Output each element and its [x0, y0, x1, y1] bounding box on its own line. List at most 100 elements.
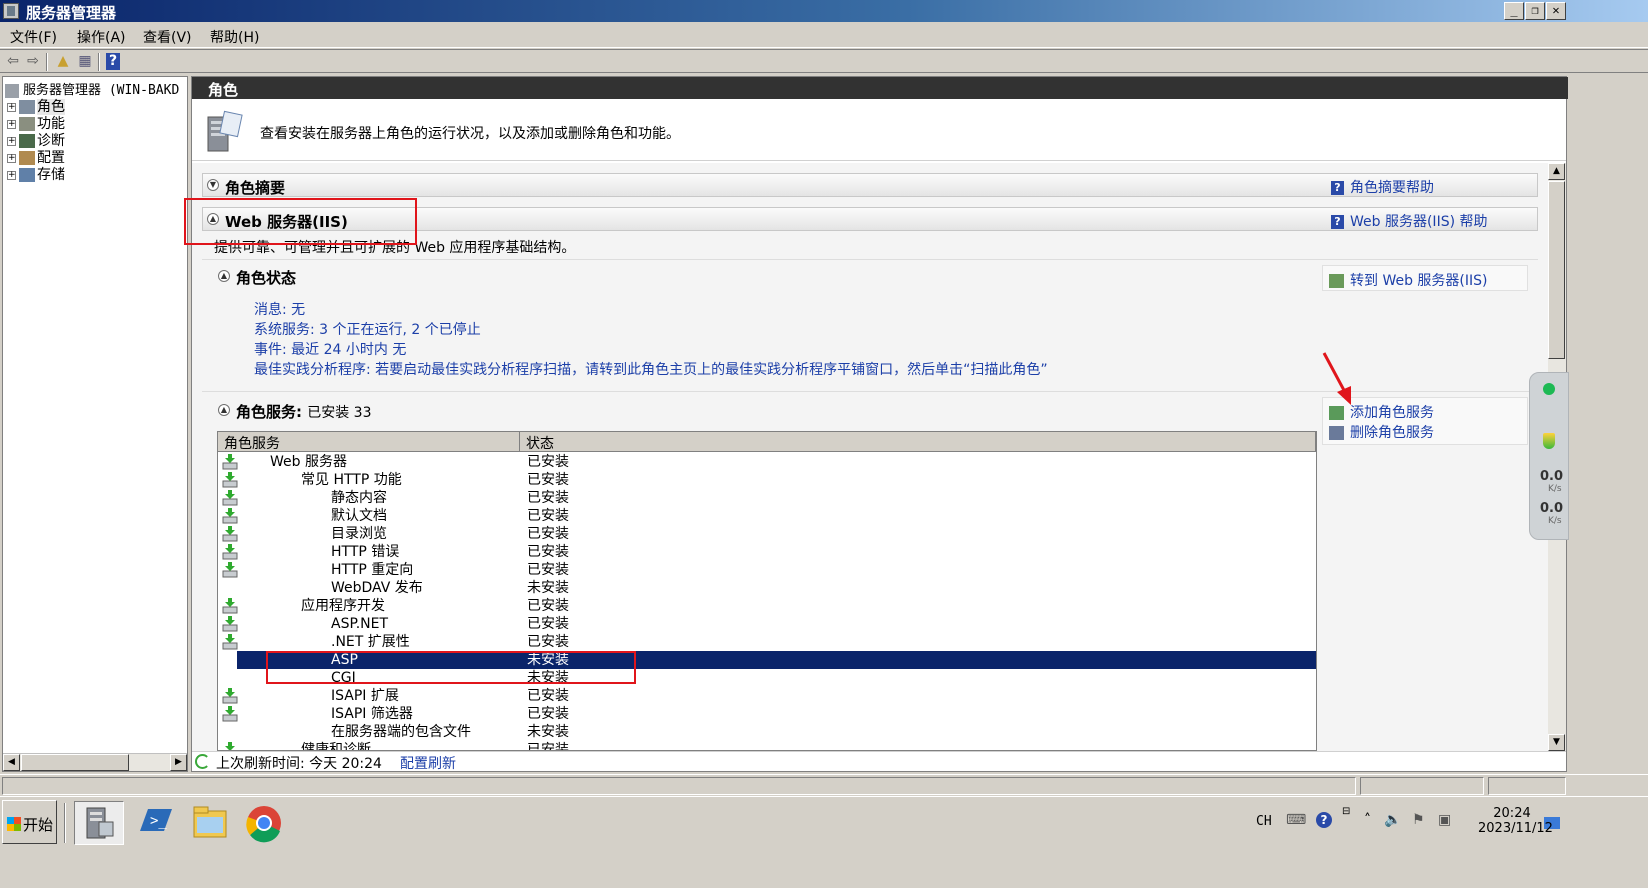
table-row[interactable]: .NET 扩展性 已安装 — [218, 633, 1316, 651]
clock[interactable]: 20:24 2023/11/12 — [1478, 806, 1553, 836]
installed-icon — [222, 634, 238, 650]
table-row[interactable]: HTTP 重定向 已安装 — [218, 561, 1316, 579]
expand-icon[interactable]: + — [7, 170, 16, 180]
expand-icon[interactable]: + — [7, 119, 16, 129]
role-service-name: 静态内容 — [331, 490, 387, 506]
table-row[interactable]: 应用程序开发 已安装 — [218, 597, 1316, 615]
download-speed: 0.0 — [1540, 501, 1564, 516]
clock-date: 2023/11/12 — [1478, 821, 1553, 836]
scroll-down-arrow-icon[interactable]: ▼ — [1548, 734, 1565, 751]
role-service-status: 已安装 — [527, 634, 569, 650]
role-summary-header[interactable]: ▼ 角色摘要 ? 角色摘要帮助 — [202, 173, 1538, 197]
role-status-title: 角色状态 — [236, 269, 297, 287]
status-dot-icon — [1543, 383, 1555, 395]
table-row[interactable]: ASP.NET 已安装 — [218, 615, 1316, 633]
minimize-button[interactable]: _ — [1504, 2, 1524, 20]
start-label: 开始 — [23, 816, 54, 834]
installed-icon — [222, 472, 238, 488]
role-services-header[interactable]: ▲ 角色服务: 已安装 33 — [218, 399, 618, 421]
table-row[interactable]: Web 服务器 已安装 — [218, 453, 1316, 471]
refresh-icon[interactable] — [195, 754, 210, 769]
upload-unit: K/s — [1548, 484, 1562, 494]
toolbar-separator — [46, 53, 48, 71]
start-button[interactable]: 开始 — [2, 800, 57, 844]
menu-help[interactable]: 帮助(H) — [210, 27, 259, 47]
taskbar-explorer[interactable] — [186, 801, 236, 845]
taskbar-powershell[interactable]: >_ — [130, 801, 180, 845]
collapse-chevron-icon[interactable]: ▲ — [218, 270, 230, 282]
table-row[interactable]: 在服务器端的包含文件 未安装 — [218, 723, 1316, 741]
configure-refresh-link[interactable]: 配置刷新 — [400, 753, 456, 773]
tree-horizontal-scrollbar[interactable]: ◀ ▶ — [3, 753, 187, 771]
tree-item-configuration[interactable]: + 配置 — [7, 147, 65, 166]
show-hide-tree-icon[interactable]: ▦ — [76, 53, 94, 70]
scroll-thumb[interactable] — [21, 754, 129, 771]
role-summary-help-link[interactable]: ? 角色摘要帮助 — [1331, 177, 1434, 197]
keyboard-icon[interactable]: ⌨ — [1286, 812, 1306, 828]
expand-icon[interactable]: + — [7, 102, 16, 112]
options-icon[interactable]: ⊟ — [1342, 806, 1350, 817]
remove-role-services-link[interactable]: 删除角色服务 — [1329, 422, 1434, 442]
network-speed-widget[interactable]: 0.0 K/s 0.0 K/s — [1529, 372, 1569, 540]
restore-button[interactable]: ❐ — [1525, 2, 1545, 20]
role-service-status: 已安装 — [527, 508, 569, 524]
table-row[interactable]: ISAPI 扩展 已安装 — [218, 687, 1316, 705]
scroll-thumb[interactable] — [1548, 181, 1565, 359]
web-server-help-link[interactable]: ? Web 服务器(IIS) 帮助 — [1331, 211, 1488, 231]
status-events: 事件: 最近 24 小时内 无 — [254, 342, 407, 358]
back-icon[interactable]: ⇦ — [4, 53, 22, 70]
status-cell — [1488, 777, 1566, 795]
windows-logo-icon — [7, 817, 21, 831]
title-bar: 服务器管理器 _ ❐ ✕ — [0, 0, 1648, 22]
forward-icon[interactable]: ⇨ — [24, 53, 42, 70]
role-service-name: ASP.NET — [331, 616, 389, 632]
role-service-name: HTTP 重定向 — [331, 562, 414, 578]
taskbar-server-manager[interactable] — [74, 801, 124, 845]
last-refresh-text: 上次刷新时间: 今天 20:24 — [216, 756, 382, 772]
up-folder-icon[interactable]: ▲ — [54, 53, 72, 70]
show-hidden-icons-icon[interactable]: ˄ — [1364, 812, 1371, 828]
role-status-header[interactable]: ▲ 角色状态 — [218, 265, 618, 287]
table-row[interactable]: 健康和诊断 已安装 — [218, 741, 1316, 750]
menu-file[interactable]: 文件(F) — [10, 27, 57, 47]
menu-view[interactable]: 查看(V) — [143, 27, 192, 47]
role-summary-title: 角色摘要 — [225, 179, 286, 197]
help-icon[interactable]: ? — [1316, 812, 1332, 828]
column-header-status[interactable]: 状态 — [520, 432, 1316, 452]
tree-pane: 服务器管理器 (WIN-BAKD + 角色 + 功能 + 诊断 + 配置 + 存储 ◀ ▶ — [2, 76, 188, 772]
collapse-chevron-icon[interactable]: ▲ — [218, 404, 230, 416]
scroll-up-arrow-icon[interactable]: ▲ — [1548, 163, 1565, 180]
column-header-service[interactable]: 角色服务 — [218, 432, 520, 452]
role-service-status: 已安装 — [527, 472, 569, 488]
role-services-label: 角色服务: — [236, 403, 302, 421]
tree-item-storage[interactable]: + 存储 — [7, 164, 65, 183]
server-manager-icon — [3, 3, 19, 19]
taskbar-chrome[interactable] — [240, 801, 290, 845]
tree-item-diagnostics[interactable]: + 诊断 — [7, 130, 65, 149]
expand-icon[interactable]: + — [7, 136, 16, 146]
table-row[interactable]: 静态内容 已安装 — [218, 489, 1316, 507]
table-row[interactable]: 常见 HTTP 功能 已安装 — [218, 471, 1316, 489]
explorer-icon — [193, 806, 227, 838]
network-icon[interactable]: ▣ — [1438, 812, 1451, 828]
help-icon[interactable]: ? — [106, 53, 120, 70]
intro-text: 查看安装在服务器上角色的运行状况，以及添加或删除角色和功能。 — [260, 126, 680, 142]
goto-web-server-link[interactable]: 转到 Web 服务器(IIS) — [1329, 270, 1488, 290]
table-row[interactable]: HTTP 错误 已安装 — [218, 543, 1316, 561]
volume-muted-icon[interactable]: 🔈 — [1384, 812, 1401, 828]
expand-chevron-icon[interactable]: ▼ — [207, 179, 219, 191]
menu-action[interactable]: 操作(A) — [77, 27, 126, 47]
scroll-left-arrow-icon[interactable]: ◀ — [3, 754, 20, 771]
language-indicator[interactable]: CH — [1256, 814, 1272, 829]
expand-icon[interactable]: + — [7, 153, 16, 163]
tree-item-features[interactable]: + 功能 — [7, 113, 65, 132]
roles-large-icon — [207, 110, 243, 152]
scroll-right-arrow-icon[interactable]: ▶ — [170, 754, 187, 771]
action-center-flag-icon[interactable]: ⚑ — [1412, 812, 1425, 828]
table-row[interactable]: 默认文档 已安装 — [218, 507, 1316, 525]
close-button[interactable]: ✕ — [1546, 2, 1566, 20]
table-row[interactable]: ISAPI 筛选器 已安装 — [218, 705, 1316, 723]
table-row[interactable]: WebDAV 发布 未安装 — [218, 579, 1316, 597]
tree-item-roles[interactable]: + 角色 — [7, 96, 65, 115]
table-row[interactable]: 目录浏览 已安装 — [218, 525, 1316, 543]
